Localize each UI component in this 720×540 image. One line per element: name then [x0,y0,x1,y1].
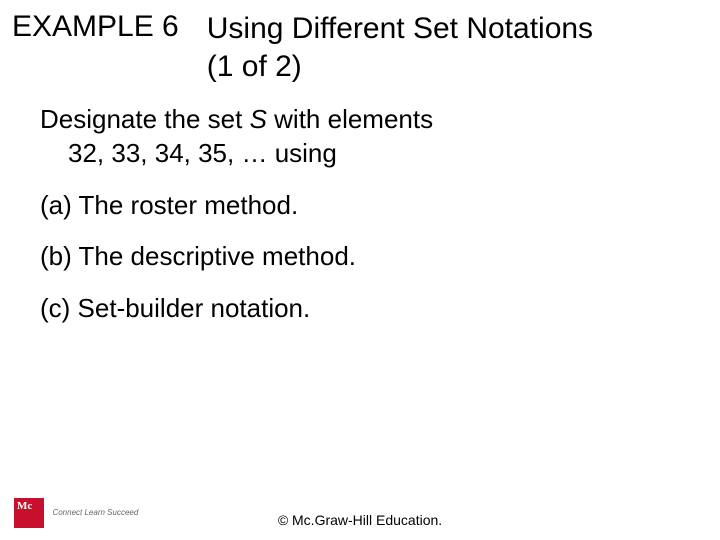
option-c: (c) Set-builder notation. [40,292,680,326]
title-line-1: Using Different Set Notations [207,10,593,48]
slide-footer: Connect Learn Succeed © Mc.Graw-Hill Edu… [0,490,720,532]
slide-title: Using Different Set Notations (1 of 2) [207,10,593,85]
title-line-2: (1 of 2) [207,48,593,86]
prompt-line-1: Designate the set S with elements [40,103,680,137]
set-variable: S [250,104,267,134]
prompt-post: with elements [267,104,433,134]
option-a: (a) The roster method. [40,189,680,223]
prompt-line-2: 32, 33, 34, 35, … using [40,137,680,171]
slide-body: Designate the set S with elements 32, 33… [0,85,720,326]
option-b: (b) The descriptive method. [40,240,680,274]
prompt-pre: Designate the set [40,104,250,134]
slide-header: EXAMPLE 6 Using Different Set Notations … [0,0,720,85]
prompt-text: Designate the set S with elements 32, 33… [40,103,680,171]
example-label: EXAMPLE 6 [12,10,207,44]
copyright-text: © Mc.Graw-Hill Education. [0,512,720,528]
